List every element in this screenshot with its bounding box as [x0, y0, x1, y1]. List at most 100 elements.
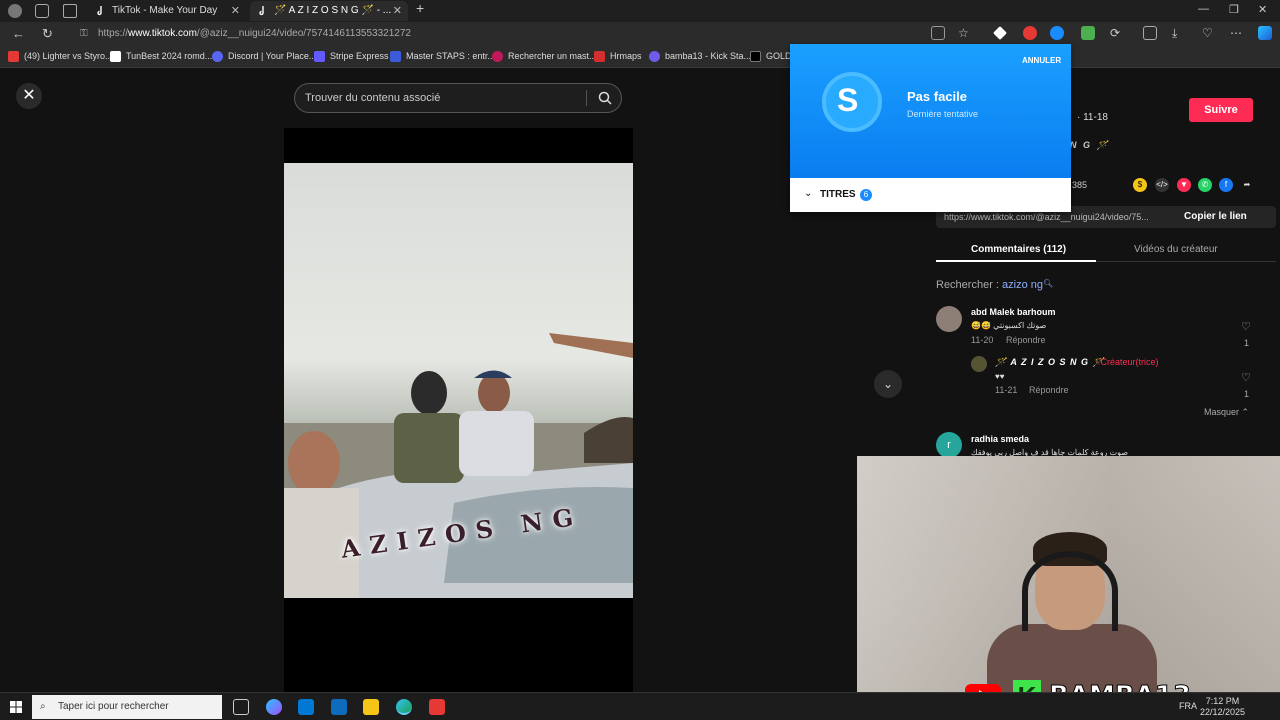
- whatsapp-icon[interactable]: ✆: [1198, 178, 1212, 192]
- bookmark-item[interactable]: Rechercher un mast...: [492, 50, 597, 63]
- bookmark-item[interactable]: (49) Lighter vs Styro...: [8, 50, 113, 63]
- clock-date: 22/12/2025: [1200, 707, 1246, 717]
- like-heart-icon[interactable]: ♡: [1241, 371, 1251, 384]
- bookmark-item[interactable]: TunBest 2024 romd...: [110, 50, 212, 63]
- share-arrow-icon[interactable]: ➦: [1240, 178, 1254, 192]
- tab-label: TikTok - Make Your Day: [112, 5, 218, 16]
- tab-creator-videos[interactable]: Vidéos du créateur: [1134, 244, 1218, 255]
- bookmark-favicon-icon: [8, 51, 19, 62]
- store-icon[interactable]: [298, 699, 314, 715]
- browser-toolbar: ← ↻ ⚿ https://www.tiktok.com/@aziz__nuig…: [0, 22, 1280, 46]
- app-icon[interactable]: [429, 699, 445, 715]
- bookmark-item[interactable]: Stripe Express: [314, 50, 389, 63]
- workspaces-icon[interactable]: [35, 4, 49, 18]
- copilot-icon[interactable]: [266, 699, 282, 715]
- send-to-friends-icon[interactable]: ▼: [1177, 178, 1191, 192]
- streamer-name: BAMBA13: [1049, 681, 1192, 693]
- chevron-down-icon: ⌄: [804, 188, 813, 199]
- avatar[interactable]: [971, 356, 987, 372]
- close-tab-icon[interactable]: ✕: [393, 1, 402, 21]
- taskbar-search-placeholder: Taper ici pour rechercher: [58, 701, 169, 712]
- avatar[interactable]: r: [936, 432, 962, 458]
- search-icon: ⌕: [40, 701, 46, 712]
- related-search-link[interactable]: Rechercher : azizo ng🔍︎: [936, 279, 1053, 291]
- taskbar-search[interactable]: ⌕ Taper ici pour rechercher: [32, 695, 222, 719]
- task-view-icon[interactable]: [233, 699, 249, 715]
- close-video-button[interactable]: ✕: [16, 83, 42, 109]
- stripe-icon: [314, 51, 325, 62]
- app-available-icon[interactable]: [931, 26, 945, 40]
- active-tab-indicator: [936, 260, 1096, 262]
- new-tab-button[interactable]: +: [416, 0, 424, 16]
- back-button[interactable]: ←: [12, 26, 25, 41]
- like-heart-icon[interactable]: ♡: [1241, 320, 1251, 333]
- video-player[interactable]: AZIZOS NG: [284, 163, 633, 598]
- share-count: 385: [1072, 180, 1088, 190]
- site-info-icon[interactable]: ⚿: [80, 24, 88, 44]
- clock-time: 7:12 PM: [1205, 696, 1240, 706]
- bookmark-item[interactable]: Master STAPS : entr...: [390, 50, 495, 63]
- close-window-button[interactable]: ✕: [1258, 3, 1267, 16]
- profile-icon[interactable]: [8, 4, 22, 18]
- edge-icon[interactable]: [396, 699, 412, 715]
- input-language[interactable]: FRA: [1179, 701, 1197, 711]
- coin-icon[interactable]: $: [1133, 178, 1147, 192]
- shazam-titles-bar[interactable]: ⌄ TITRES 6: [790, 178, 1071, 212]
- avatar[interactable]: [936, 306, 962, 332]
- next-video-button[interactable]: ⌄: [874, 370, 902, 398]
- shazam-status-title: Pas facile: [907, 89, 967, 104]
- search-input[interactable]: Trouver du contenu associé: [305, 92, 440, 104]
- copilot-icon[interactable]: [1258, 26, 1272, 40]
- extension-red-icon[interactable]: [1023, 26, 1037, 40]
- tab-actions-icon[interactable]: [63, 4, 77, 18]
- search-icon[interactable]: [598, 91, 612, 105]
- follow-button[interactable]: Suivre: [1189, 98, 1253, 122]
- mail-icon[interactable]: [331, 699, 347, 715]
- favorite-star-icon[interactable]: ☆: [958, 26, 972, 40]
- shazam-popup: S Pas facile Dernière tentative ANNULER …: [790, 44, 1071, 212]
- comment-author[interactable]: radhia smeda: [971, 434, 1029, 444]
- maximize-button[interactable]: ❐: [1229, 3, 1239, 16]
- comment-date: 11-20: [971, 335, 994, 345]
- comment-author[interactable]: abd Malek barhoum: [971, 307, 1056, 317]
- extensions-puzzle-icon[interactable]: ⟳: [1110, 26, 1124, 40]
- tab-strip: TikTok - Make Your Day ✕ 🪄 A Z I Z O S N…: [0, 0, 1280, 22]
- windows-start-icon[interactable]: [10, 701, 22, 713]
- extension-diamond-icon[interactable]: [993, 26, 1007, 40]
- facebook-icon[interactable]: f: [1219, 178, 1233, 192]
- settings-more-icon[interactable]: ⋯: [1230, 26, 1244, 40]
- bookmark-item[interactable]: bamba13 - Kick Sta...: [649, 50, 751, 63]
- tab-tiktok-video[interactable]: 🪄 A Z I Z O S N G 🪄 - ... ✕: [250, 1, 408, 21]
- reply-button[interactable]: Répondre: [1006, 335, 1046, 345]
- address-bar[interactable]: ⚿ https://www.tiktok.com/@aziz__nuigui24…: [74, 24, 944, 44]
- tab-tiktok-home[interactable]: TikTok - Make Your Day ✕: [88, 1, 246, 21]
- cancel-button[interactable]: ANNULER: [1022, 56, 1061, 65]
- titles-label: TITRES: [820, 189, 856, 200]
- bookmark-item[interactable]: Hrmaps: [594, 50, 642, 63]
- bookmark-favicon-icon: [750, 51, 761, 62]
- downloads-icon[interactable]: ⤓: [1172, 26, 1186, 40]
- tab-comments[interactable]: Commentaires (112): [971, 244, 1066, 255]
- comment-text: ♥♥: [995, 372, 1005, 381]
- kick-logo-icon: K: [1013, 680, 1041, 692]
- split-screen-icon[interactable]: [1143, 26, 1157, 40]
- youtube-logo-icon: [965, 684, 1001, 692]
- embed-icon[interactable]: </>: [1155, 178, 1169, 192]
- comment-author[interactable]: 🪄 A Z I Z O S N G 🪄: [995, 357, 1105, 368]
- extension-green-icon[interactable]: [1081, 26, 1095, 40]
- bookmark-item[interactable]: Discord | Your Place...: [212, 50, 316, 63]
- close-tab-icon[interactable]: ✕: [231, 1, 240, 21]
- copy-link-button[interactable]: Copier le lien: [1184, 206, 1247, 228]
- reply-button[interactable]: Répondre: [1029, 385, 1069, 395]
- hide-replies-button[interactable]: Masquer ⌃: [1204, 407, 1249, 418]
- shazam-extension-icon[interactable]: [1050, 26, 1064, 40]
- system-clock[interactable]: 7:12 PM 22/12/2025: [1200, 696, 1245, 718]
- reload-button[interactable]: ↻: [42, 26, 53, 42]
- related-content-search[interactable]: Trouver du contenu associé: [294, 83, 622, 113]
- url-host: www.tiktok.com: [128, 28, 197, 39]
- minimize-button[interactable]: —: [1198, 3, 1209, 15]
- file-explorer-icon[interactable]: [363, 699, 379, 715]
- browser-essentials-icon[interactable]: ♡: [1202, 26, 1216, 40]
- bookmark-item[interactable]: GOLD: [750, 50, 792, 63]
- webcam-overlay: K BAMBA13: [857, 456, 1280, 692]
